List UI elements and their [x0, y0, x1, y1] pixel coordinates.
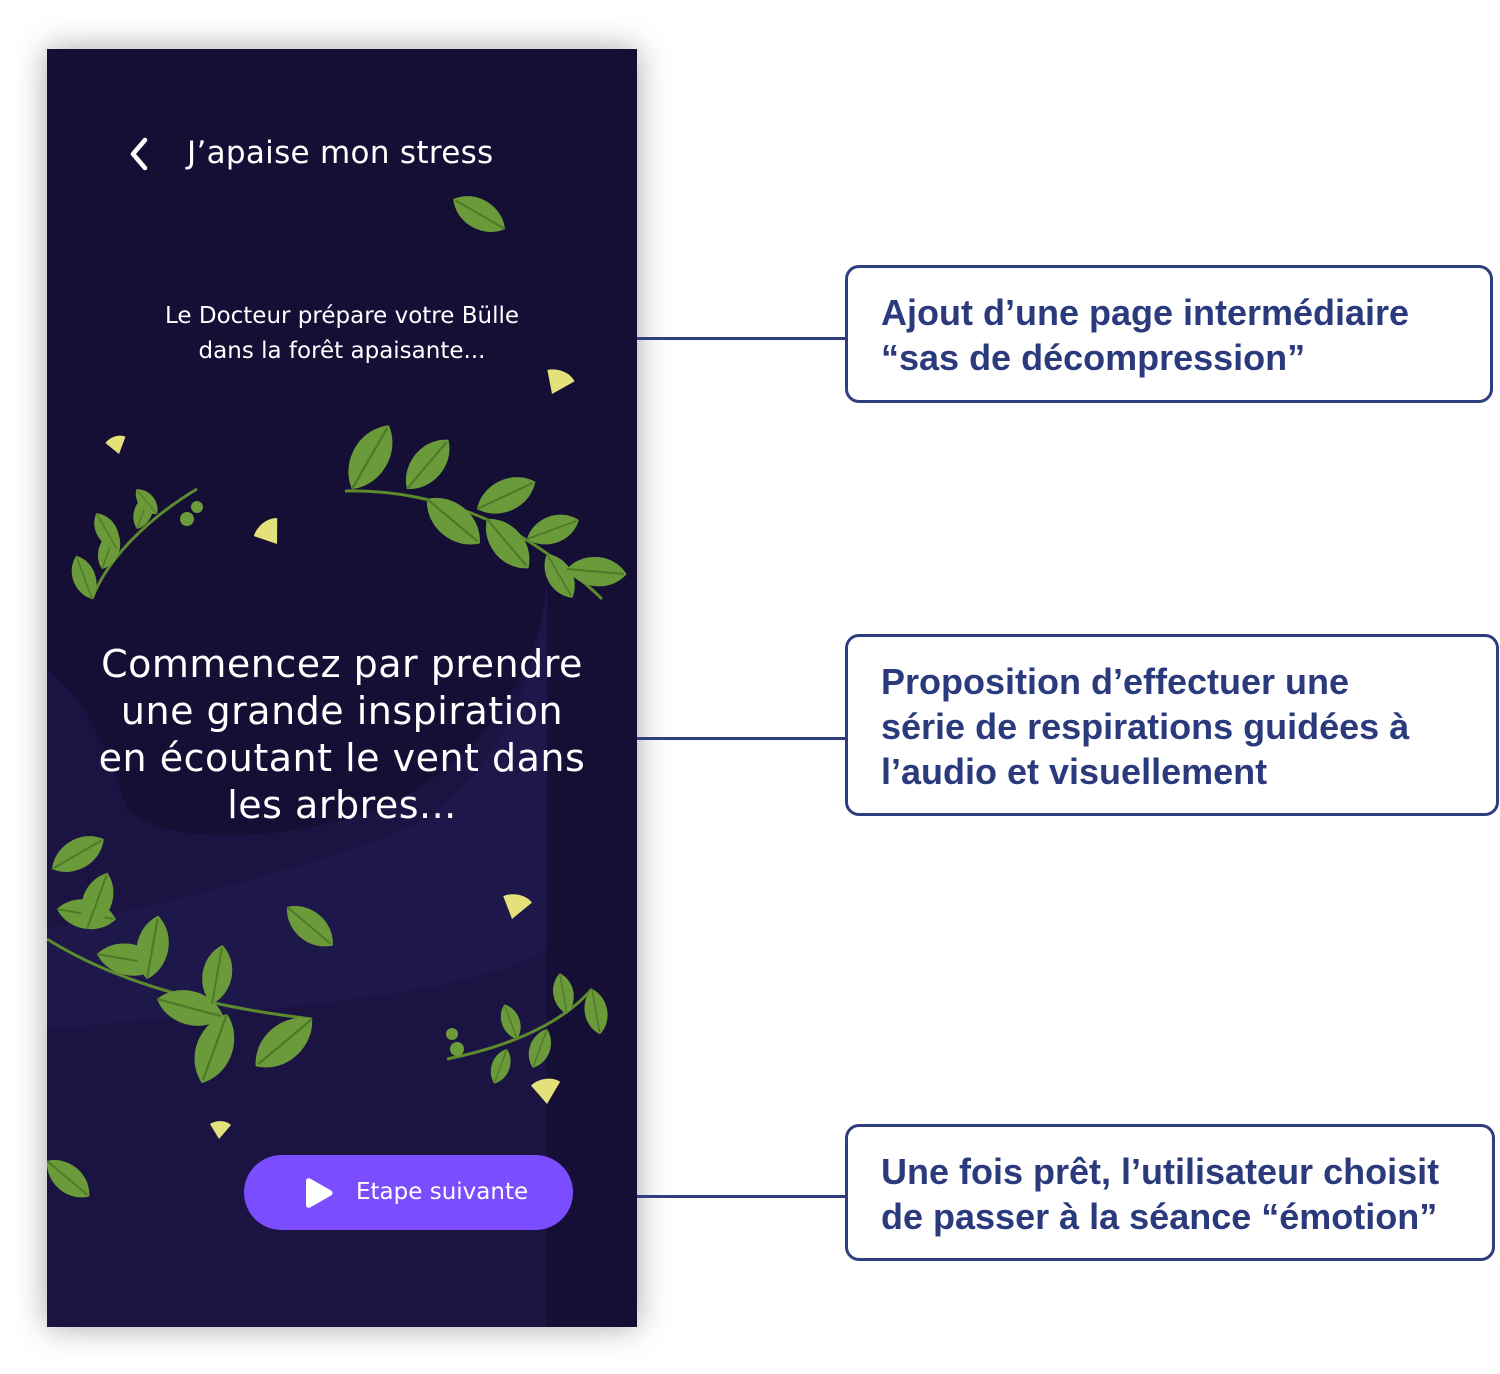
- annotation-guided-breathing: Proposition d’effectuer une série de res…: [845, 634, 1499, 816]
- annotation-line: Ajout d’une page intermédiaire: [881, 292, 1410, 333]
- annotation-decompression-page: Ajout d’une page intermédiaire “sas de d…: [845, 265, 1493, 403]
- annotation-line: de passer à la séance “émotion”: [881, 1196, 1438, 1237]
- subtitle-line: Le Docteur prépare votre Bülle: [164, 303, 520, 329]
- subtitle-line: dans la forêt apaisante...: [198, 338, 486, 364]
- play-icon: [301, 1177, 335, 1209]
- instruction-line: une grande inspiration: [120, 689, 564, 733]
- connector-line: [637, 1195, 845, 1198]
- annotation-next-session: Une fois prêt, l’utilisateur choisit de …: [845, 1124, 1495, 1261]
- annotation-line: l’audio et visuellement: [881, 751, 1268, 792]
- instruction-line: les arbres...: [227, 783, 457, 827]
- screen-header: J’apaise mon stress: [117, 129, 597, 179]
- next-step-button[interactable]: Etape suivante: [244, 1155, 573, 1230]
- connector-line: [637, 737, 845, 740]
- next-step-label: Etape suivante: [356, 1179, 529, 1205]
- instruction-line: Commencez par prendre: [101, 642, 583, 686]
- annotation-line: Une fois prêt, l’utilisateur choisit: [881, 1151, 1440, 1192]
- breathing-instruction: Commencez par prendre une grande inspira…: [77, 641, 607, 829]
- annotation-line: “sas de décompression”: [881, 337, 1306, 378]
- annotation-line: série de respirations guidées à: [881, 706, 1410, 747]
- screen-title: J’apaise mon stress: [187, 135, 494, 171]
- app-screen: J’apaise mon stress Le Docteur prépare v…: [47, 49, 637, 1327]
- connector-line: [637, 337, 845, 340]
- instruction-line: en écoutant le vent dans: [98, 736, 586, 780]
- annotation-line: Proposition d’effectuer une: [881, 661, 1350, 702]
- chevron-left-icon[interactable]: [125, 134, 155, 174]
- loading-subtitle: Le Docteur prépare votre Bülle dans la f…: [107, 299, 577, 369]
